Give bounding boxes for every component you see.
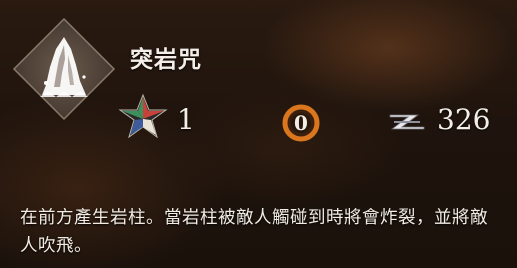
ring-stat-value: 0: [294, 111, 308, 135]
rock-spire-icon: [12, 17, 116, 121]
star-stat-value: 1: [177, 103, 195, 136]
skill-description: 在前方產生岩柱。當岩柱被敵人觸碰到時將會炸裂，並將敵人吹飛。: [20, 208, 488, 256]
skill-name: 突岩咒: [130, 47, 202, 73]
tricolor-star-icon: [118, 93, 168, 139]
z-stat-value: 326: [437, 103, 491, 136]
z-emblem-icon: [389, 114, 425, 130]
skill-tooltip-panel: 突岩咒 1 0 326 在前方產生岩柱。當岩柱被敵人觸碰到時將會炸裂，並將敵人吹…: [0, 0, 517, 268]
